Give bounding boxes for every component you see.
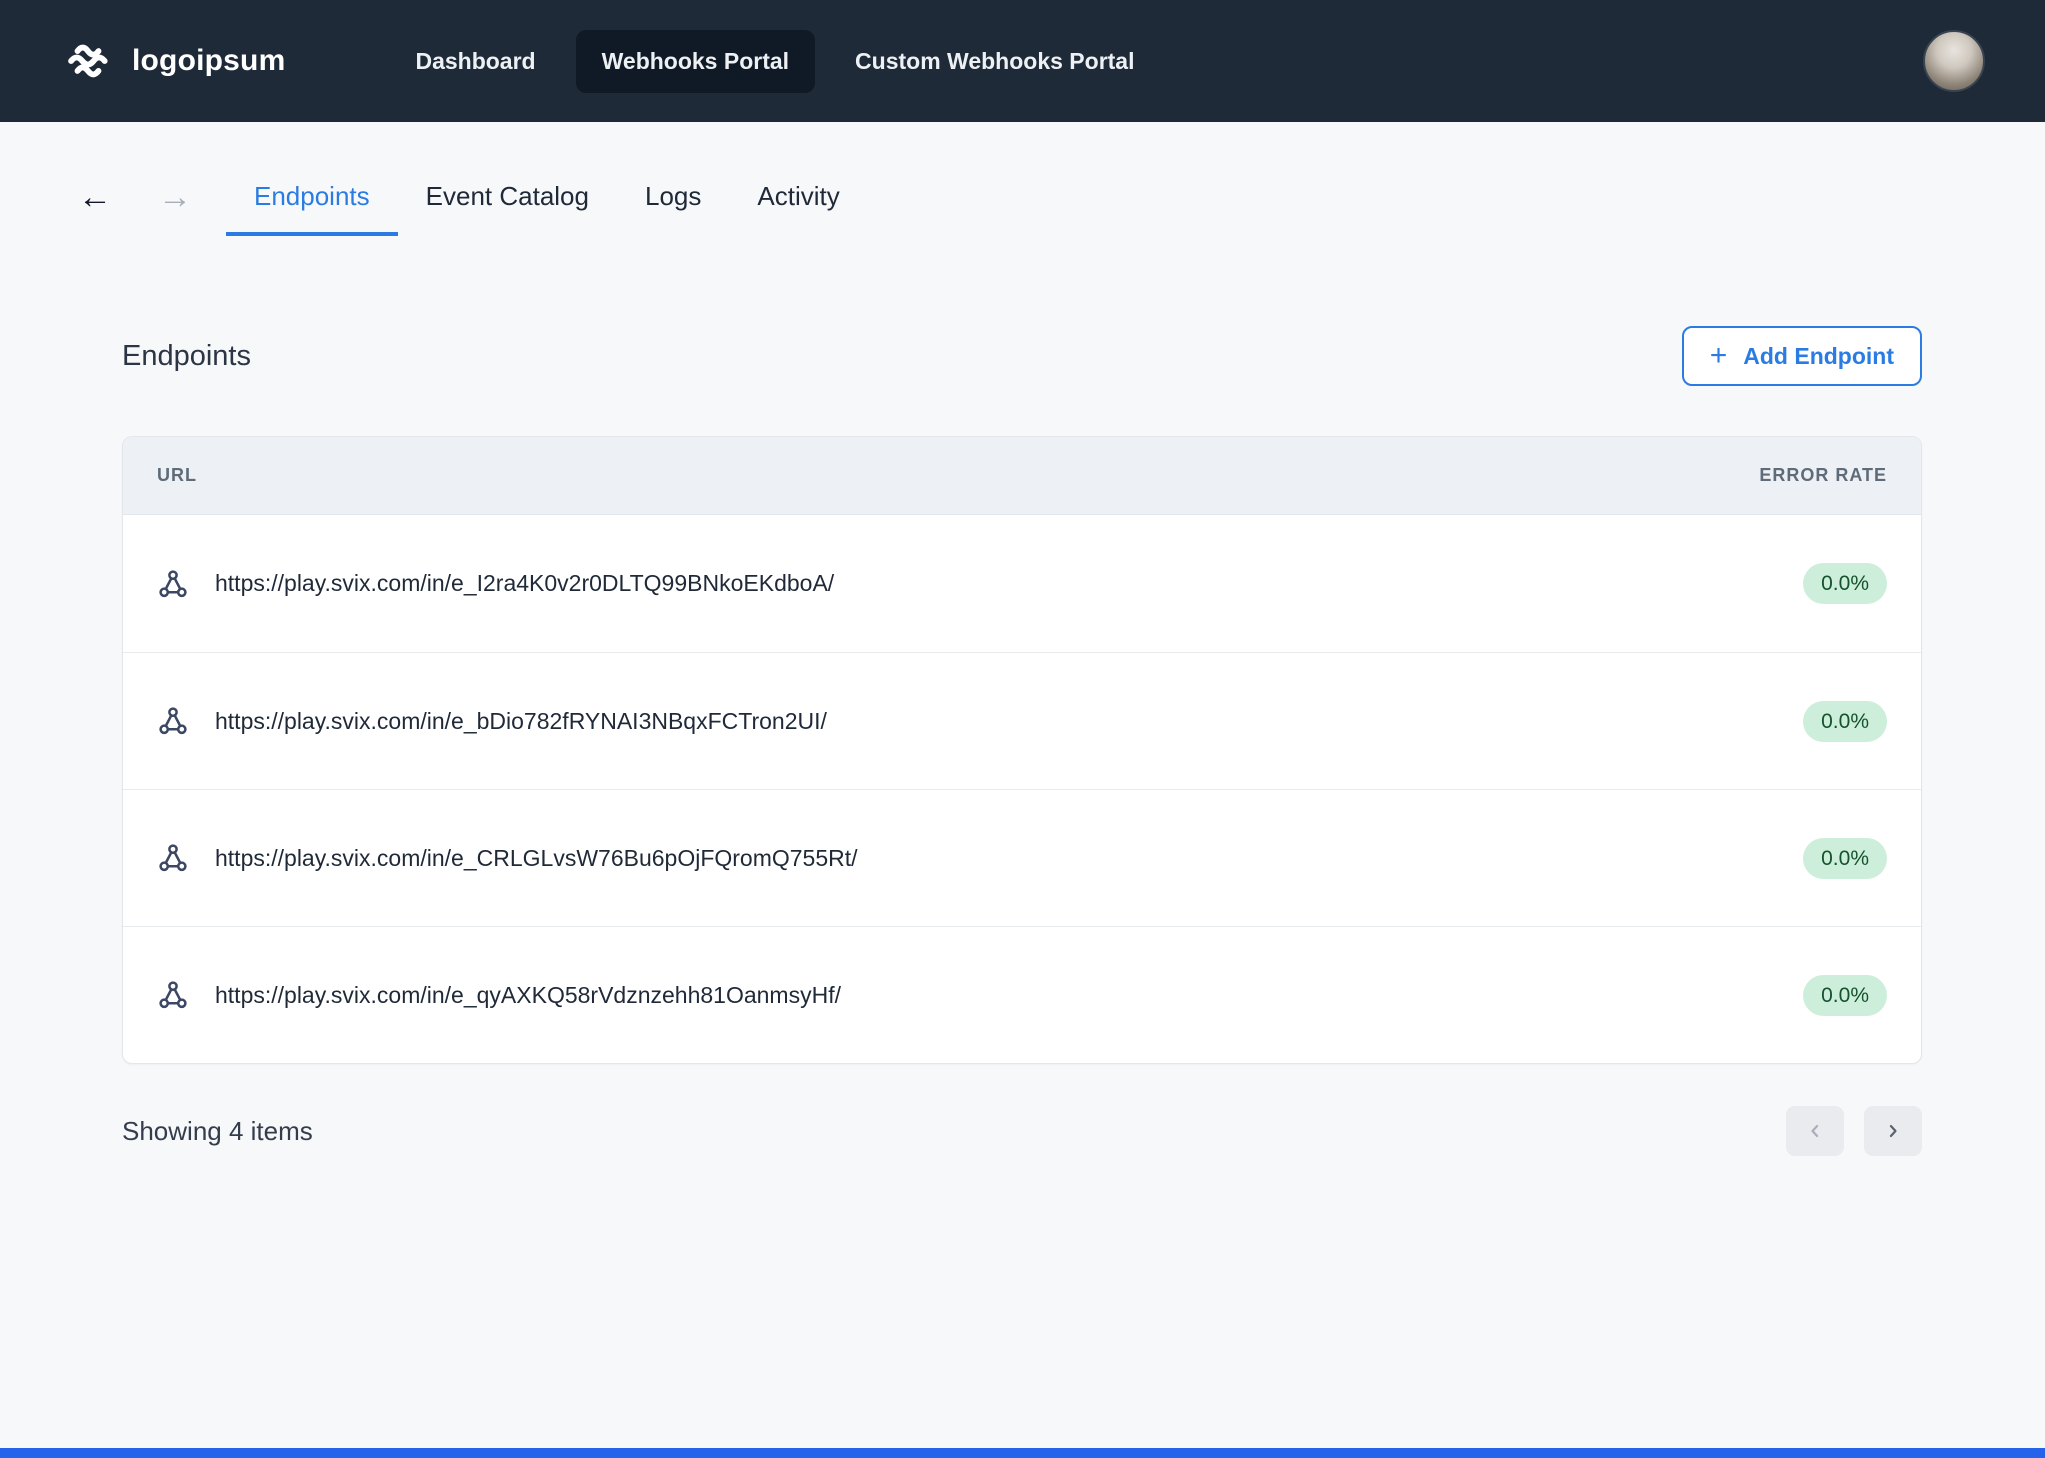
- pagination: [1786, 1106, 1922, 1156]
- endpoint-url: https://play.svix.com/in/e_qyAXKQ58rVdzn…: [215, 982, 1803, 1009]
- table-row[interactable]: https://play.svix.com/in/e_CRLGLvsW76Bu6…: [123, 789, 1921, 926]
- tab-endpoints[interactable]: Endpoints: [226, 181, 398, 236]
- items-count-label: Showing 4 items: [122, 1116, 313, 1147]
- error-rate-badge: 0.0%: [1803, 975, 1887, 1016]
- add-endpoint-button[interactable]: + Add Endpoint: [1682, 326, 1922, 386]
- tab-bar: ← → Endpoints Event Catalog Logs Activit…: [0, 180, 2045, 236]
- chevron-right-icon: [1883, 1121, 1903, 1141]
- primary-nav: Dashboard Webhooks Portal Custom Webhook…: [389, 30, 1160, 93]
- nav-item-custom-webhooks-portal[interactable]: Custom Webhooks Portal: [829, 30, 1160, 93]
- tab-event-catalog[interactable]: Event Catalog: [398, 181, 617, 236]
- user-avatar[interactable]: [1923, 30, 1985, 92]
- page-title: Endpoints: [122, 340, 251, 373]
- tab-logs[interactable]: Logs: [617, 181, 729, 236]
- webhook-icon: [157, 705, 189, 737]
- chevron-left-icon: [1805, 1121, 1825, 1141]
- next-page-button[interactable]: [1864, 1106, 1922, 1156]
- table-row[interactable]: https://play.svix.com/in/e_bDio782fRYNAI…: [123, 652, 1921, 789]
- history-navigation: ← →: [78, 180, 192, 236]
- plus-icon: +: [1710, 341, 1728, 371]
- table-row[interactable]: https://play.svix.com/in/e_qyAXKQ58rVdzn…: [123, 926, 1921, 1063]
- table-row[interactable]: https://play.svix.com/in/e_I2ra4K0v2r0DL…: [123, 515, 1921, 652]
- add-endpoint-label: Add Endpoint: [1743, 343, 1894, 370]
- error-rate-badge: 0.0%: [1803, 563, 1887, 604]
- logo[interactable]: logoipsum: [60, 33, 285, 89]
- logo-text: logoipsum: [132, 44, 285, 78]
- previous-page-button[interactable]: [1786, 1106, 1844, 1156]
- tab-activity[interactable]: Activity: [729, 181, 867, 236]
- webhook-icon: [157, 842, 189, 874]
- webhook-icon: [157, 568, 189, 600]
- bottom-accent-bar: [0, 1448, 2045, 1458]
- top-navigation-bar: logoipsum Dashboard Webhooks Portal Cust…: [0, 0, 2045, 122]
- webhook-icon: [157, 979, 189, 1011]
- error-rate-badge: 0.0%: [1803, 838, 1887, 879]
- back-arrow-icon[interactable]: ←: [78, 180, 112, 214]
- nav-item-webhooks-portal[interactable]: Webhooks Portal: [576, 30, 815, 93]
- main-content: Endpoints + Add Endpoint URL ERROR RATE …: [122, 326, 1922, 1156]
- endpoints-table: URL ERROR RATE https://play.svix.com/in/…: [122, 436, 1922, 1064]
- logo-waves-icon: [60, 33, 116, 89]
- error-rate-badge: 0.0%: [1803, 701, 1887, 742]
- tabs: Endpoints Event Catalog Logs Activity: [226, 181, 868, 236]
- endpoint-url: https://play.svix.com/in/e_bDio782fRYNAI…: [215, 708, 1803, 735]
- page-header: Endpoints + Add Endpoint: [122, 326, 1922, 386]
- table-footer: Showing 4 items: [122, 1106, 1922, 1156]
- nav-item-dashboard[interactable]: Dashboard: [389, 30, 561, 93]
- column-header-error-rate: ERROR RATE: [1759, 465, 1887, 486]
- endpoint-url: https://play.svix.com/in/e_I2ra4K0v2r0DL…: [215, 570, 1803, 597]
- endpoint-url: https://play.svix.com/in/e_CRLGLvsW76Bu6…: [215, 845, 1803, 872]
- column-header-url: URL: [157, 465, 197, 486]
- forward-arrow-icon[interactable]: →: [158, 180, 192, 214]
- table-header-row: URL ERROR RATE: [123, 437, 1921, 515]
